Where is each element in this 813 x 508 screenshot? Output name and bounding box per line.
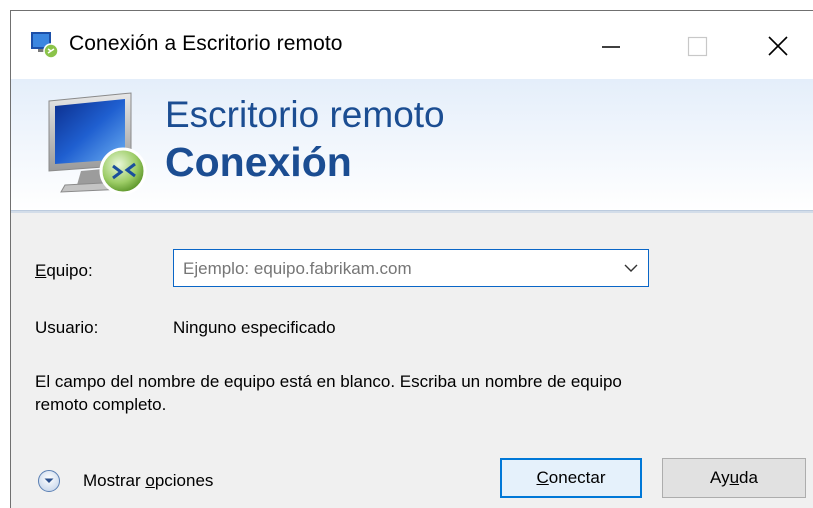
help-button[interactable]: Ayuda [662,458,806,498]
equipo-accel: E [35,261,47,280]
maximize-button[interactable] [662,11,732,79]
help-accel: u [729,468,740,487]
minimize-button[interactable] [576,11,646,79]
help-label-b: da [739,468,758,487]
close-button[interactable] [743,11,813,79]
remote-desktop-monitor-icon [48,92,147,195]
connect-button[interactable]: Conectar [500,458,642,498]
remote-desktop-window: Conexión a Escritorio remoto Escritorio … [10,10,813,508]
show-options-text-b: pciones [154,471,214,490]
maximize-icon [687,36,708,57]
connect-label: onectar [548,468,606,487]
usuario-value: Ninguno especificado [173,318,336,337]
title-bar[interactable]: Conexión a Escritorio remoto [11,11,813,79]
show-options-text-a: Mostrar [83,471,146,490]
expand-circle-icon[interactable] [37,469,61,493]
header-title: Escritorio remoto [165,94,445,135]
remote-desktop-icon [31,32,59,59]
minimize-icon [602,46,620,48]
usuario-label: Usuario: [35,318,99,337]
equipo-label: Equipo: [35,261,93,281]
connect-accel: C [536,468,549,487]
show-options-label[interactable]: Mostrar opciones [83,471,213,491]
chevron-down-icon[interactable] [622,259,640,277]
window-title: Conexión a Escritorio remoto [69,32,343,55]
header-separator [11,210,813,213]
equipo-combobox[interactable]: Ejemplo: equipo.fabrikam.com [173,249,649,287]
equipo-label-text: quipo: [46,261,93,280]
close-icon [768,36,788,56]
equipo-placeholder[interactable]: Ejemplo: equipo.fabrikam.com [183,259,412,279]
help-label-a: Ay [710,468,730,487]
show-options-accel: o [145,471,155,490]
header-subtitle: Conexión [165,139,352,185]
status-message: El campo del nombre de equipo está en bl… [35,372,622,414]
